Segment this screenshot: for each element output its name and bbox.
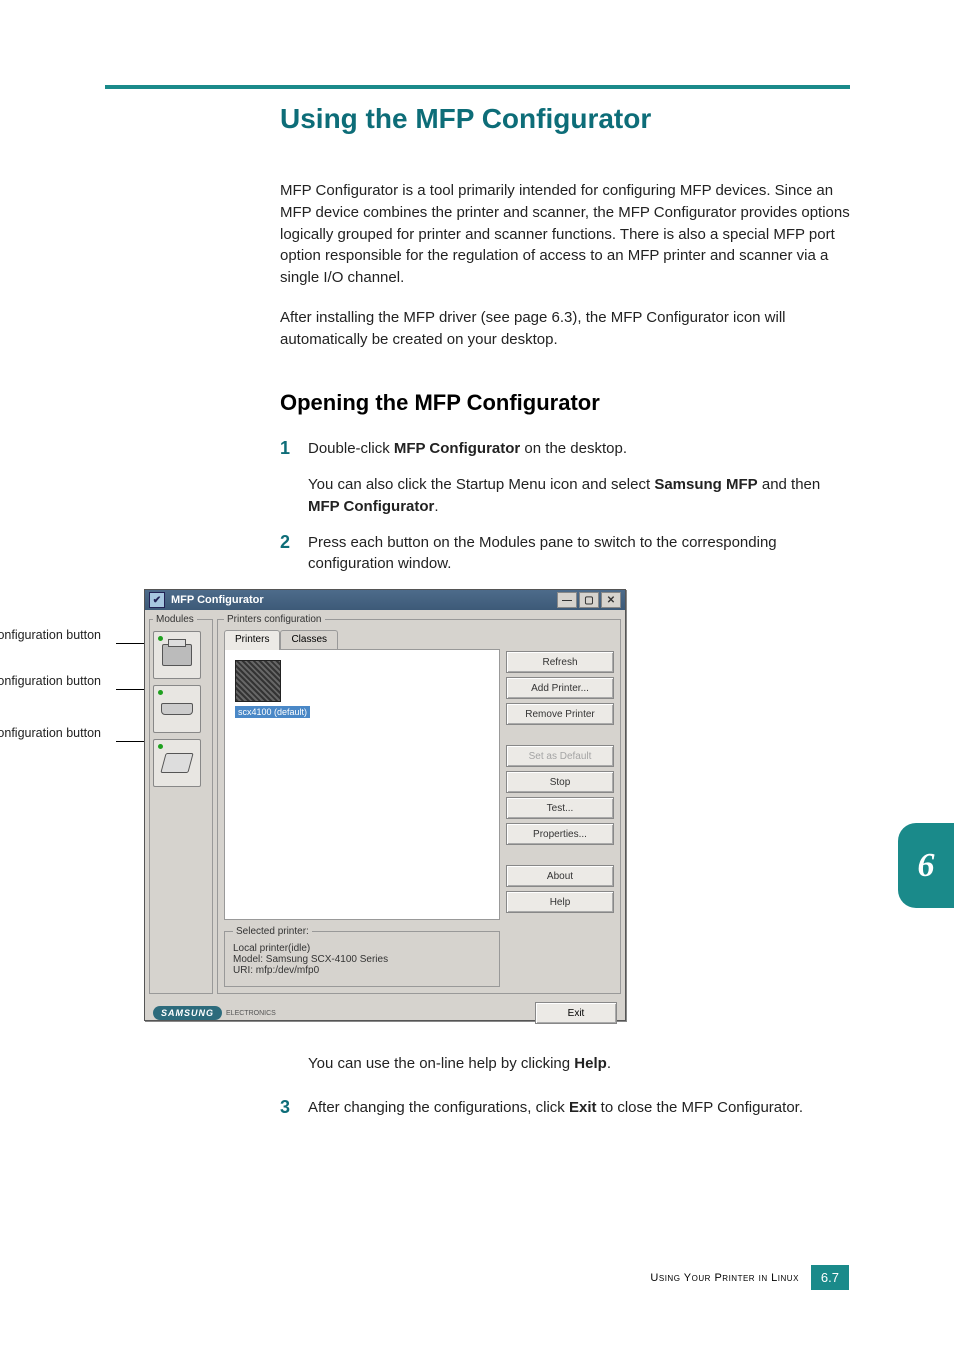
- selected-printer-legend: Selected printer:: [233, 926, 312, 937]
- subheading: Opening the MFP Configurator: [280, 390, 850, 416]
- stop-button[interactable]: Stop: [506, 771, 614, 793]
- step-3: 3 After changing the configurations, cli…: [280, 1097, 850, 1119]
- chapter-tab: 6: [898, 823, 954, 908]
- modules-pane: Modules: [149, 614, 213, 994]
- step-number: 2: [280, 532, 308, 576]
- page-footer: Using Your Printer in Linux 6.7: [105, 1265, 849, 1290]
- mfp-configurator-window: ✔ MFP Configurator — ▢ ✕ Modules Printer…: [144, 589, 626, 1021]
- scanners-config-button[interactable]: [153, 685, 201, 733]
- callout-mfp-ports-config: MFP Ports Configuration button: [0, 725, 101, 742]
- section-title: Using the MFP Configurator: [280, 103, 850, 135]
- help-button[interactable]: Help: [506, 891, 614, 913]
- step-number: 1: [280, 438, 308, 517]
- selected-line-1: Local printer(idle): [233, 943, 491, 954]
- selected-line-3: URI: mfp:/dev/mfp0: [233, 965, 491, 976]
- printers-list-pane[interactable]: scx4100 (default): [224, 649, 500, 920]
- scanner-icon: [161, 703, 193, 715]
- set-default-button[interactable]: Set as Default: [506, 745, 614, 767]
- about-button[interactable]: About: [506, 865, 614, 887]
- maximize-button[interactable]: ▢: [579, 592, 599, 608]
- properties-button[interactable]: Properties...: [506, 823, 614, 845]
- selected-printer-box: Selected printer: Local printer(idle) Mo…: [224, 926, 500, 987]
- step-1: 1 Double-click MFP Configurator on the d…: [280, 438, 850, 517]
- exit-button[interactable]: Exit: [535, 1002, 617, 1024]
- remove-printer-button[interactable]: Remove Printer: [506, 703, 614, 725]
- brand-sub: ELECTRONICS: [226, 1010, 276, 1017]
- callout-printers-config: Printers Configuration button: [0, 627, 101, 644]
- window-titlebar[interactable]: ✔ MFP Configurator — ▢ ✕: [145, 590, 625, 610]
- printer-item-label[interactable]: scx4100 (default): [235, 706, 310, 718]
- modules-legend: Modules: [153, 614, 197, 625]
- step-2: 2 Press each button on the Modules pane …: [280, 532, 850, 576]
- port-icon: [160, 753, 193, 773]
- step-number: 3: [280, 1097, 308, 1119]
- test-button[interactable]: Test...: [506, 797, 614, 819]
- brand-logo: SAMSUNG: [153, 1006, 222, 1020]
- intro-paragraph-1: MFP Configurator is a tool primarily int…: [280, 180, 850, 289]
- top-rule: [105, 85, 850, 89]
- minimize-button[interactable]: —: [557, 592, 577, 608]
- callout-scanners-config: Scanners Configuration button: [0, 673, 101, 690]
- add-printer-button[interactable]: Add Printer...: [506, 677, 614, 699]
- page-number: 6.7: [811, 1265, 849, 1290]
- close-button[interactable]: ✕: [601, 592, 621, 608]
- window-app-icon: ✔: [149, 592, 165, 608]
- step-2-text: Press each button on the Modules pane to…: [308, 532, 850, 576]
- step-1-line-1: Double-click MFP Configurator on the des…: [308, 438, 850, 460]
- refresh-button[interactable]: Refresh: [506, 651, 614, 673]
- printers-configuration-pane: Printers configuration Printers Classes …: [217, 614, 621, 994]
- printers-config-button[interactable]: [153, 631, 201, 679]
- window-title: MFP Configurator: [171, 594, 264, 606]
- step-3-text: After changing the configurations, click…: [308, 1097, 850, 1119]
- figure-area: Printers Configuration button Scanners C…: [105, 589, 850, 1023]
- footer-text: Using Your Printer in Linux: [650, 1272, 799, 1284]
- step-2-after: You can use the on-line help by clicking…: [308, 1053, 850, 1075]
- tab-printers[interactable]: Printers: [224, 630, 280, 650]
- mfp-ports-config-button[interactable]: [153, 739, 201, 787]
- selected-line-2: Model: Samsung SCX-4100 Series: [233, 954, 491, 965]
- step-1-line-2: You can also click the Startup Menu icon…: [308, 474, 850, 518]
- tab-classes[interactable]: Classes: [280, 630, 338, 650]
- printer-icon: [162, 644, 192, 666]
- printer-device-icon: [235, 660, 281, 702]
- intro-paragraph-2: After installing the MFP driver (see pag…: [280, 307, 850, 351]
- printers-config-legend: Printers configuration: [224, 614, 325, 625]
